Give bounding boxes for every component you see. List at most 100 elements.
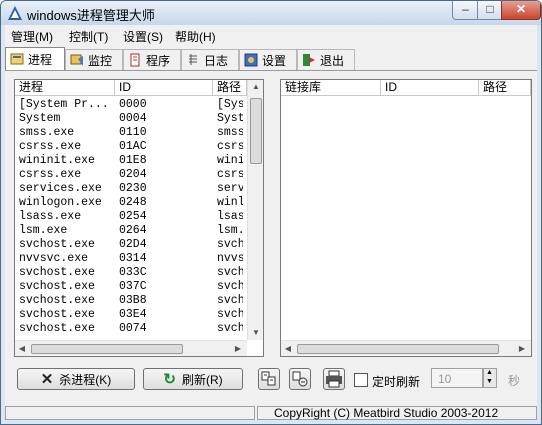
timer-refresh-label: 定时刷新 — [372, 375, 421, 389]
process-icon — [10, 52, 24, 66]
maximize-button[interactable]: □ — [477, 1, 503, 20]
process-name-cell: [System Pr... — [19, 98, 109, 111]
interval-value: 10 — [438, 372, 452, 386]
interval-spinner[interactable]: ▲ ▼ — [483, 368, 497, 388]
process-name-cell: csrss.exe — [19, 168, 82, 181]
process-path-cell: svch — [217, 266, 243, 279]
table-row[interactable]: System 0004 Syst — [15, 112, 247, 126]
column-header-path[interactable]: 路径 — [479, 80, 531, 96]
tab-settings[interactable]: 设置 — [239, 49, 297, 70]
process-id-cell: 03B8 — [119, 294, 147, 307]
process-id-cell: 0110 — [119, 126, 147, 139]
menu-help[interactable]: 帮助(H) — [175, 28, 216, 45]
threads-icon — [292, 371, 308, 387]
status-pane-empty — [5, 406, 255, 420]
table-row[interactable]: svchost.exe 02D4 svch — [15, 238, 247, 252]
timer-refresh-checkbox[interactable] — [354, 373, 368, 387]
status-bar: CopyRight (C) Meatbird Studio 2003-2012 — [5, 406, 537, 420]
table-row[interactable]: svchost.exe 033C svch — [15, 266, 247, 280]
table-row[interactable]: services.exe 0230 serv — [15, 182, 247, 196]
refresh-label: 刷新(R) — [181, 372, 223, 387]
close-button[interactable]: ✕ — [501, 1, 541, 20]
column-header-path[interactable]: 路径 — [213, 80, 247, 96]
scroll-thumb[interactable] — [31, 344, 183, 354]
refresh-button[interactable]: ↻ 刷新(R) — [143, 368, 243, 390]
menu-settings[interactable]: 设置(S) — [123, 28, 163, 45]
refresh-icon: ↻ — [163, 371, 176, 388]
process-name-cell: nvvsvc.exe — [19, 252, 89, 265]
table-row[interactable]: wininit.exe 01E8 wini — [15, 154, 247, 168]
tab-exit[interactable]: 退出 — [297, 49, 355, 70]
table-row[interactable]: svchost.exe 0074 svch — [15, 322, 247, 336]
tab-label: 进程 — [28, 52, 53, 67]
process-name-cell: svchost.exe — [19, 238, 95, 251]
table-row[interactable]: [System Pr... 0000 [Sys — [15, 98, 247, 112]
process-path-cell: serv — [217, 182, 243, 195]
tab-monitor[interactable]: 监控 — [65, 49, 123, 70]
process-name-cell: wininit.exe — [19, 154, 95, 167]
scroll-up-arrow-icon[interactable]: ▲ — [248, 82, 263, 91]
column-header-id[interactable]: ID — [115, 80, 213, 96]
scroll-thumb[interactable] — [297, 344, 499, 354]
scroll-down-arrow-icon[interactable]: ▼ — [248, 328, 263, 337]
process-id-cell: 0230 — [119, 182, 147, 195]
column-header-module[interactable]: 链接库 — [281, 80, 381, 96]
app-logo-icon — [8, 6, 22, 20]
tab-log[interactable]: 日志 — [181, 49, 239, 70]
process-name-cell: svchost.exe — [19, 266, 95, 279]
process-path-cell: svch — [217, 238, 243, 251]
scroll-left-arrow-icon[interactable]: ◀ — [283, 344, 293, 353]
view-modules-button[interactable] — [258, 368, 280, 390]
process-name-cell: lsass.exe — [19, 210, 82, 223]
process-id-cell: 0004 — [119, 112, 147, 125]
client-area: 管理(M) 控制(T) 设置(S) 帮助(H) 进程 监控 程序 日志 设置 退… — [5, 25, 537, 420]
table-row[interactable]: winlogon.exe 0248 winl — [15, 196, 247, 210]
table-row[interactable]: lsm.exe 0264 lsm. — [15, 224, 247, 238]
horizontal-scrollbar[interactable]: ◀ ▶ — [15, 340, 247, 356]
table-row[interactable]: svchost.exe 037C svch — [15, 280, 247, 294]
table-row[interactable]: lsass.exe 0254 lsas — [15, 210, 247, 224]
process-id-cell: 01AC — [119, 140, 147, 153]
spin-down-icon[interactable]: ▼ — [486, 378, 493, 385]
column-header-process[interactable]: 进程 — [15, 80, 115, 96]
table-row[interactable]: svchost.exe 03B8 svch — [15, 294, 247, 308]
process-list[interactable]: 进程 ID 路径 [System Pr... 0000 [Sys System 0004… — [14, 79, 264, 357]
table-row[interactable]: csrss.exe 01AC csrs — [15, 140, 247, 154]
tab-program[interactable]: 程序 — [123, 49, 181, 70]
module-list[interactable]: 链接库 ID 路径 ◀ ▶ — [280, 79, 532, 357]
tab-process[interactable]: 进程 — [5, 47, 65, 70]
view-threads-button[interactable] — [289, 368, 311, 390]
process-id-cell: 0254 — [119, 210, 147, 223]
copyright-text: CopyRight (C) Meatbird Studio 2003-2012 — [274, 406, 499, 420]
process-path-cell: csrs — [217, 168, 243, 181]
process-path-cell: svch — [217, 322, 243, 335]
menu-control[interactable]: 控制(T) — [69, 28, 108, 45]
scroll-right-arrow-icon[interactable]: ▶ — [233, 344, 243, 353]
table-row[interactable]: svchost.exe 03E4 svch — [15, 308, 247, 322]
minimize-button[interactable]: ‒ — [452, 1, 479, 20]
menu-manage[interactable]: 管理(M) — [11, 28, 53, 45]
process-id-cell: 03E4 — [119, 308, 147, 321]
vertical-scrollbar[interactable]: ▲ ▼ — [247, 80, 263, 340]
modules-icon — [261, 371, 276, 386]
process-name-cell: svchost.exe — [19, 322, 95, 335]
print-button[interactable] — [323, 368, 345, 390]
process-name-cell: winlogon.exe — [19, 196, 102, 209]
process-path-cell: lsas — [217, 210, 243, 223]
interval-unit-label: 秒 — [508, 374, 521, 388]
table-row[interactable]: csrss.exe 0204 csrs — [15, 168, 247, 182]
scroll-left-arrow-icon[interactable]: ◀ — [17, 344, 27, 353]
interval-input[interactable]: 10 — [431, 368, 483, 388]
spin-up-icon[interactable]: ▲ — [486, 369, 493, 376]
settings-icon — [244, 53, 258, 67]
program-icon — [128, 53, 142, 67]
column-header-id[interactable]: ID — [381, 80, 479, 96]
scroll-thumb[interactable] — [250, 98, 262, 164]
scroll-right-arrow-icon[interactable]: ▶ — [517, 344, 527, 353]
table-row[interactable]: nvvsvc.exe 0314 nvvs — [15, 252, 247, 266]
title-bar[interactable]: windows进程管理大师 ‒ □ ✕ — [1, 1, 541, 25]
table-row[interactable]: smss.exe 0110 smss — [15, 126, 247, 140]
kill-process-button[interactable]: ✕ 杀进程(K) — [17, 368, 135, 390]
horizontal-scrollbar[interactable]: ◀ ▶ — [281, 340, 531, 356]
menu-bar: 管理(M) 控制(T) 设置(S) 帮助(H) — [5, 25, 537, 45]
